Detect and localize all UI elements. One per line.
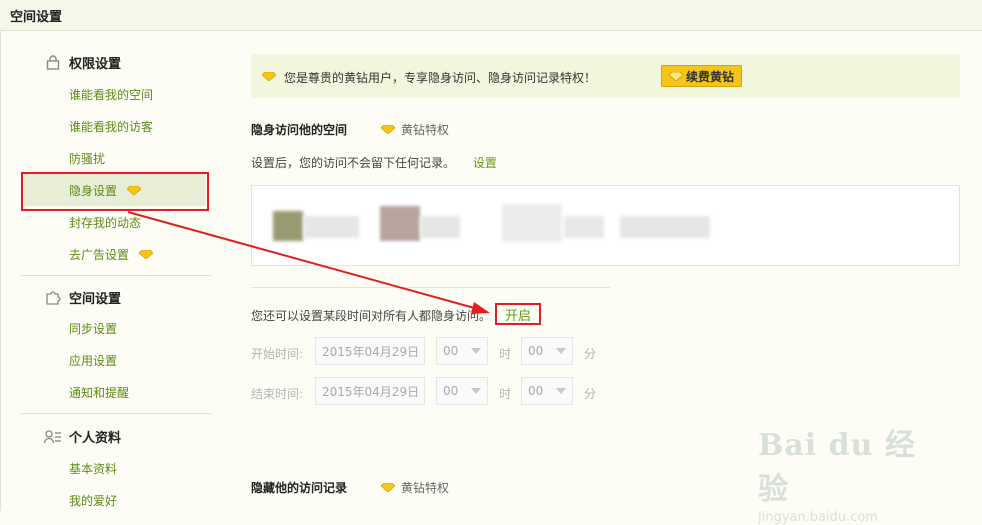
sidebar-item-hobbies[interactable]: 我的爱好 (69, 492, 117, 509)
end-minute-select[interactable]: 00 (521, 377, 573, 405)
start-minute-select[interactable]: 00 (521, 337, 573, 365)
sidebar-item-sync[interactable]: 同步设置 (69, 320, 117, 337)
section-profile: 个人资料 (44, 427, 121, 446)
section-space-settings: 空间设置 (44, 288, 121, 307)
sidebar-item-anti-harass[interactable]: 防骚扰 (69, 150, 105, 167)
section-divider (251, 287, 610, 288)
set-link[interactable]: 设置 (473, 156, 497, 170)
friend-name (304, 216, 359, 238)
privilege-badge: 黄钻特权 (381, 479, 449, 496)
minute-unit: 分 (584, 347, 597, 361)
end-date-input[interactable]: 2015年04月29日 (315, 377, 425, 405)
chevron-down-icon (471, 388, 481, 394)
friend-name (620, 216, 710, 238)
invisible-visit-desc: 设置后，您的访问不会留下任何记录。 设置 (251, 156, 497, 170)
sidebar-item-archive-feeds[interactable]: 封存我的动态 (69, 214, 141, 231)
lock-icon (44, 55, 62, 71)
privilege-badge: 黄钻特权 (381, 121, 449, 138)
avatar[interactable] (380, 206, 420, 241)
start-hour-select[interactable]: 00 (436, 337, 488, 365)
yellow-diamond-icon (381, 125, 395, 134)
vip-notice-text: 您是尊贵的黄钻用户，专享隐身访问、隐身访问记录特权！ (284, 71, 597, 85)
end-time-label: 结束时间: (251, 387, 304, 401)
profile-icon (44, 429, 62, 445)
schedule-text: 您还可以设置某段时间对所有人都隐身访问。 (251, 309, 492, 323)
chevron-down-icon (556, 388, 566, 394)
start-date-input[interactable]: 2015年04月29日 (315, 337, 425, 365)
yellow-diamond-icon (139, 250, 154, 259)
hide-records-title: 隐藏他的访问记录 (251, 481, 348, 495)
yellow-diamond-icon (381, 483, 395, 492)
friend-name (420, 216, 460, 238)
chevron-down-icon (471, 348, 481, 354)
hour-unit: 时 (499, 347, 512, 361)
puzzle-icon (44, 290, 62, 306)
avatar[interactable] (273, 211, 303, 241)
chevron-down-icon (556, 348, 566, 354)
hour-unit: 时 (499, 387, 512, 401)
yellow-diamond-icon (262, 72, 276, 81)
minute-unit: 分 (584, 387, 597, 401)
yellow-diamond-icon (668, 71, 683, 81)
watermark-url: jingyan.baidu.com (758, 510, 878, 525)
watermark-logo: Bai du 经验 (758, 428, 916, 507)
page-title: 空间设置 (10, 10, 63, 25)
watermark: Bai du 经验 jingyan.baidu.com (758, 420, 938, 525)
vip-notice-bar: 您是尊贵的黄钻用户，专享隐身访问、隐身访问记录特权！ 续费黄钻 (251, 54, 960, 98)
start-time-label: 开始时间: (251, 347, 304, 361)
sidebar-item-remove-ads[interactable]: 去广告设置 (69, 246, 154, 263)
friend-name (564, 216, 604, 238)
sidebar-item-apps[interactable]: 应用设置 (69, 352, 117, 369)
top-bar: 空间设置 (0, 0, 982, 31)
sidebar-item-who-can-see-visitors[interactable]: 谁能看我的访客 (69, 118, 153, 135)
section-permissions: 权限设置 (44, 53, 121, 72)
enable-schedule-button[interactable]: 开启 (495, 303, 541, 325)
sidebar-divider (21, 413, 211, 414)
sidebar-item-basic-info[interactable]: 基本资料 (69, 460, 117, 477)
invisible-visit-title: 隐身访问他的空间 (251, 123, 348, 137)
annotation-box-invisible (21, 172, 209, 211)
friend-list-box (251, 185, 960, 266)
sidebar-item-who-can-see-space[interactable]: 谁能看我的空间 (69, 86, 153, 103)
sidebar-divider (21, 275, 211, 276)
avatar[interactable] (502, 204, 562, 242)
sidebar-item-notifications[interactable]: 通知和提醒 (69, 384, 129, 401)
end-hour-select[interactable]: 00 (436, 377, 488, 405)
renew-yellow-diamond-button[interactable]: 续费黄钻 (661, 65, 742, 87)
